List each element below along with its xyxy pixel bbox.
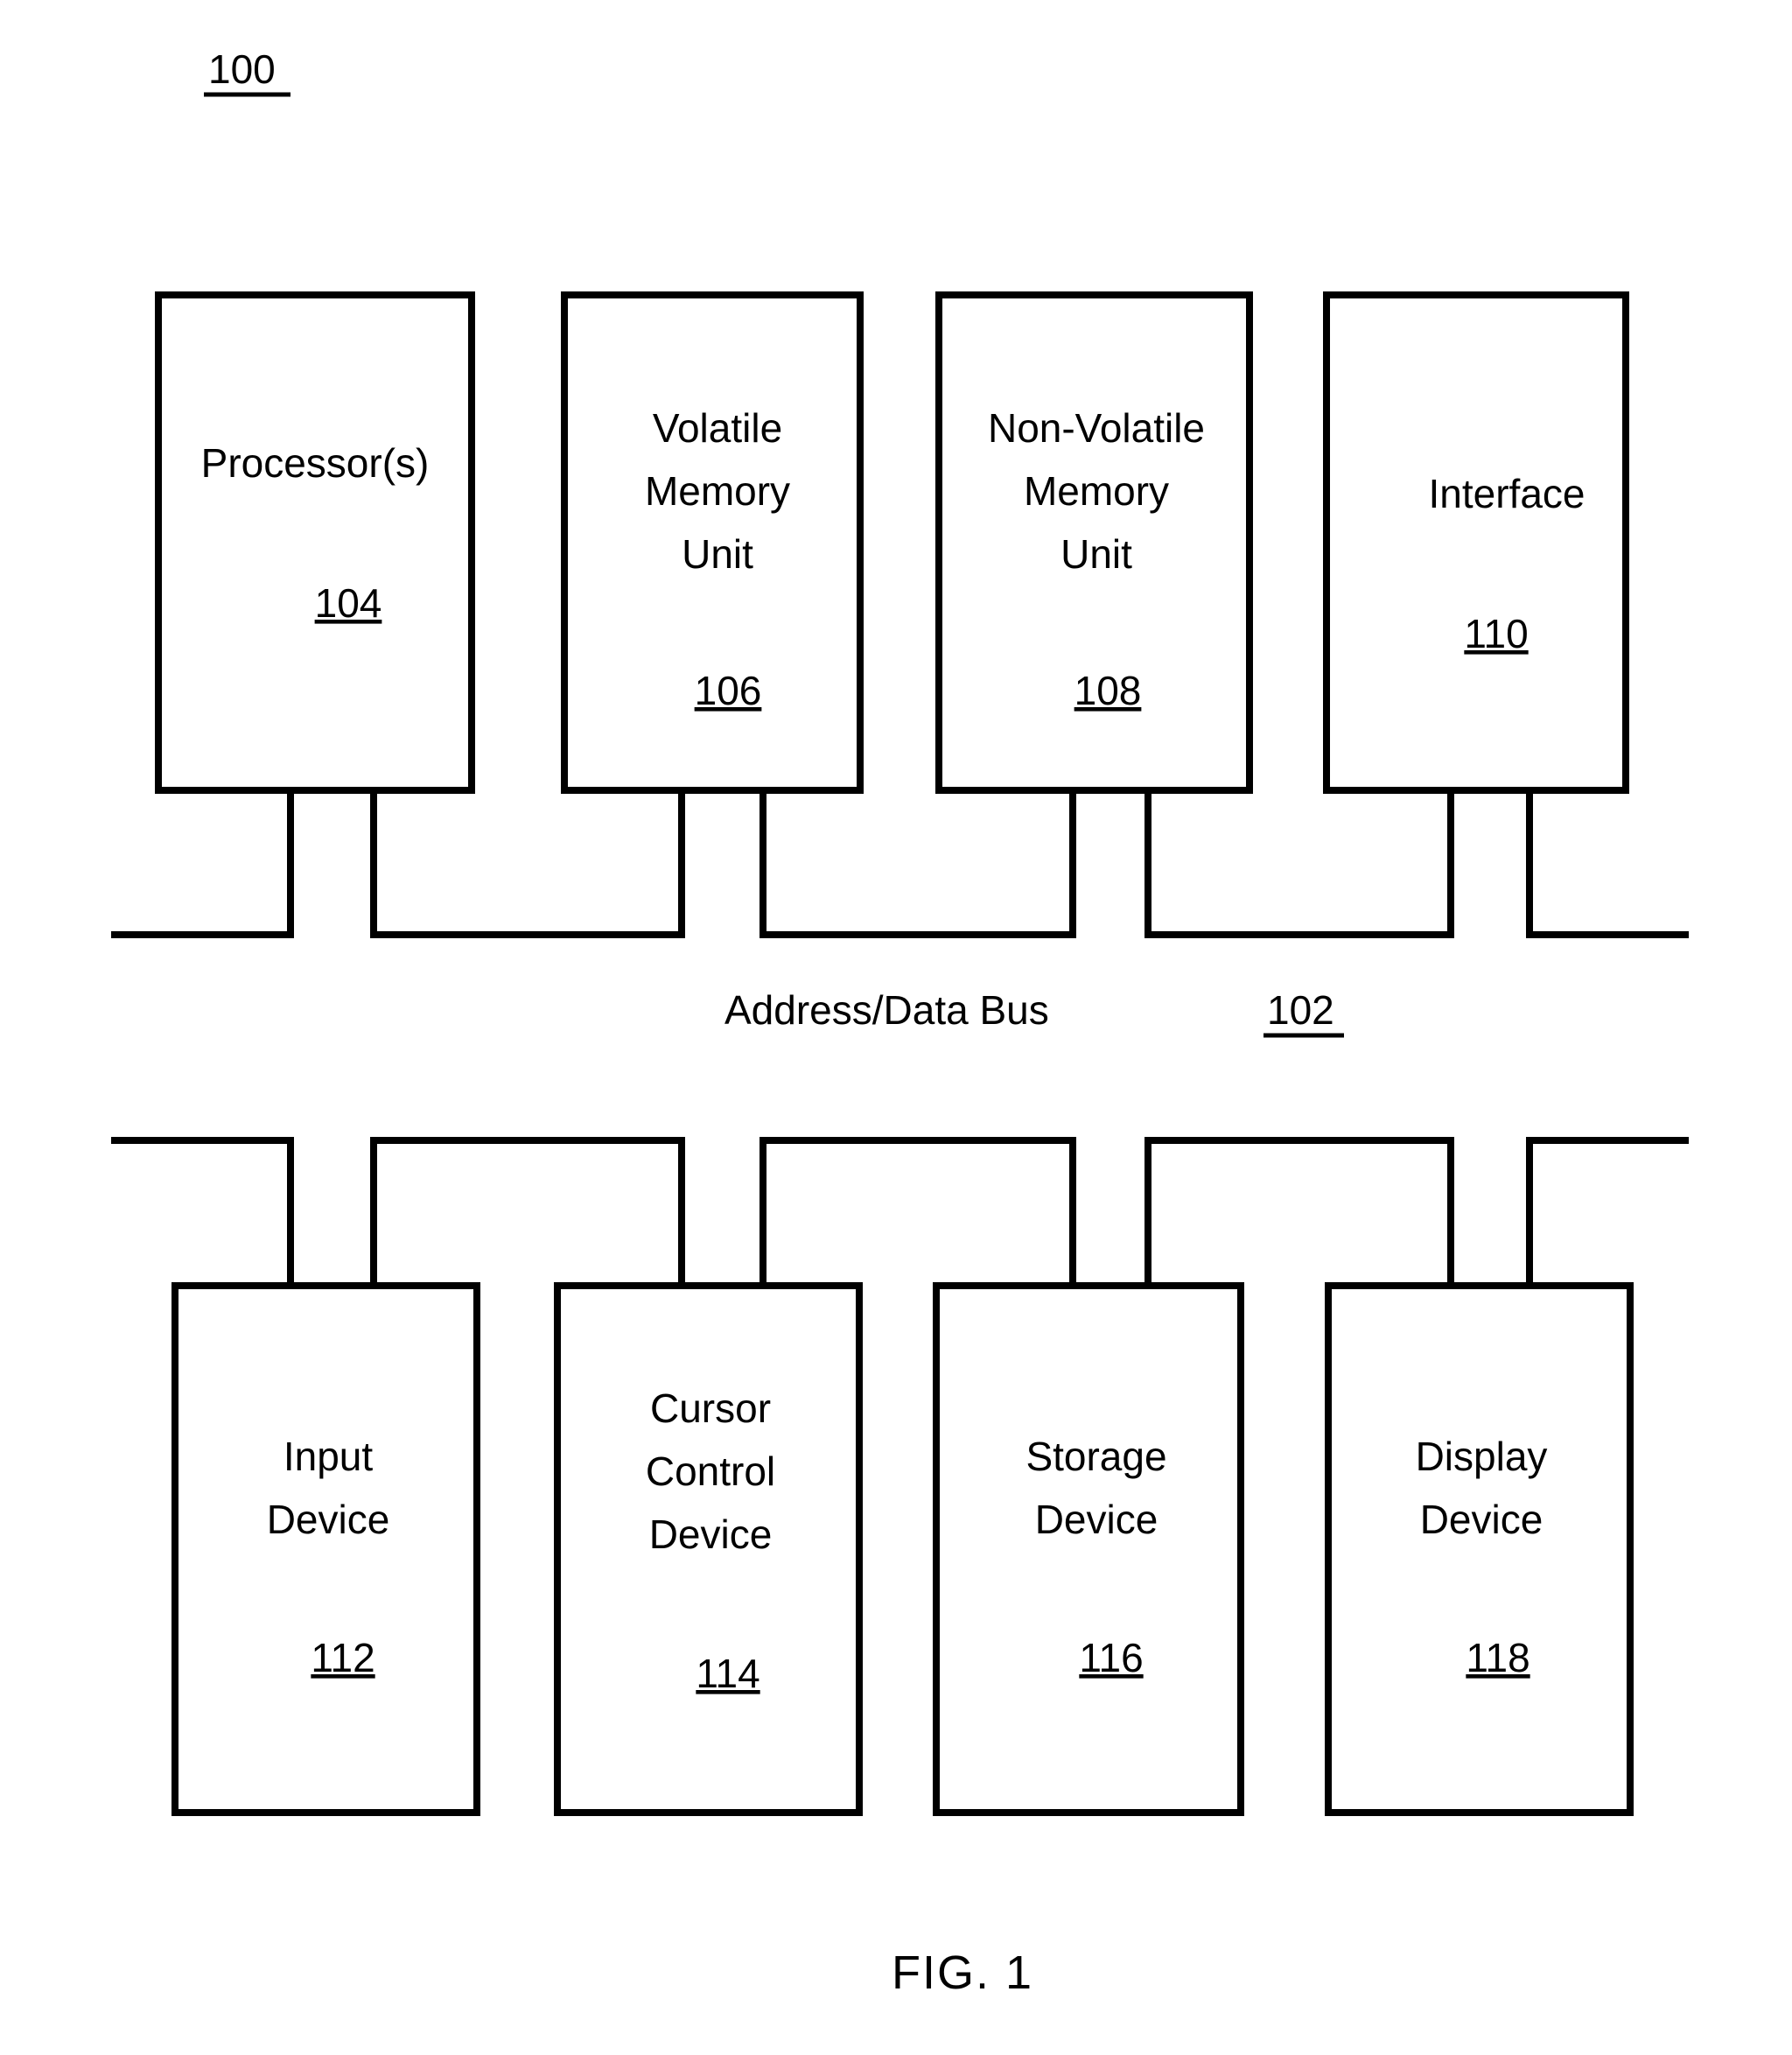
box-interface-outline (1323, 291, 1629, 794)
patent-figure-1: 100 Processor(s) 104 Volatile Memory Uni… (0, 0, 1792, 2055)
top-reference-label: 100 (208, 46, 276, 92)
box-nonvolatile-memory-unit-line-3: Unit (1060, 531, 1132, 577)
box-volatile-memory-unit[interactable]: Volatile Memory Unit 106 (561, 291, 864, 794)
box-storage-device-outline (933, 1282, 1244, 1816)
box-display-device-reference: 118 (1466, 1635, 1530, 1680)
box-processors-outline (155, 291, 475, 794)
box-cursor-control-device-line-2: Control (646, 1448, 775, 1494)
box-volatile-memory-unit-line-3: Unit (682, 531, 753, 577)
box-interface[interactable]: Interface 110 (1323, 291, 1629, 794)
box-volatile-memory-unit-line-2: Memory (645, 468, 790, 514)
row1-boxes: Processor(s) 104 Volatile Memory Unit 10… (155, 291, 1629, 794)
box-display-device-outline (1325, 1282, 1634, 1816)
figure-canvas: 100 Processor(s) 104 Volatile Memory Uni… (111, 46, 1689, 1999)
box-storage-device-line-1: Storage (1026, 1434, 1166, 1479)
box-processors[interactable]: Processor(s) 104 (155, 291, 475, 794)
box-display-device[interactable]: Display Device 118 (1325, 1282, 1634, 1816)
box-nonvolatile-memory-unit-line-2: Memory (1024, 468, 1169, 514)
box-input-device[interactable]: Input Device 112 (172, 1282, 480, 1816)
box-input-device-line-2: Device (267, 1497, 390, 1542)
bus-reference: 102 (1267, 987, 1334, 1033)
figure-caption: FIG. 1 (892, 1946, 1033, 1999)
bus-label: Address/Data Bus (724, 987, 1049, 1033)
box-storage-device[interactable]: Storage Device 116 (933, 1282, 1244, 1816)
upper-bus-path (111, 790, 1689, 938)
box-cursor-control-device-line-1: Cursor (650, 1385, 771, 1431)
box-processors-line-1: Processor(s) (201, 440, 430, 486)
box-interface-line-1: Interface (1429, 471, 1586, 516)
box-processors-reference: 104 (315, 580, 382, 626)
box-input-device-outline (172, 1282, 480, 1816)
lower-bus-path (111, 1137, 1689, 1286)
box-nonvolatile-memory-unit[interactable]: Non-Volatile Memory Unit 108 (935, 291, 1253, 794)
box-cursor-control-device-line-3: Device (649, 1511, 773, 1557)
box-nonvolatile-memory-unit-line-1: Non-Volatile (988, 405, 1205, 451)
upper-bus-connectors (111, 790, 1689, 938)
box-volatile-memory-unit-reference: 106 (695, 668, 762, 713)
box-volatile-memory-unit-line-1: Volatile (653, 405, 782, 451)
box-storage-device-line-2: Device (1035, 1497, 1158, 1542)
box-cursor-control-device-reference: 114 (696, 1651, 760, 1696)
lower-bus-connectors (111, 1137, 1689, 1286)
box-storage-device-reference: 116 (1079, 1635, 1143, 1680)
top-reference-group: 100 (204, 46, 290, 97)
box-interface-reference: 110 (1464, 611, 1528, 656)
box-input-device-line-1: Input (284, 1434, 374, 1479)
box-display-device-line-2: Device (1420, 1497, 1544, 1542)
bus-label-group: Address/Data Bus 102 (724, 987, 1344, 1038)
box-display-device-line-1: Display (1416, 1434, 1548, 1479)
box-input-device-reference: 112 (311, 1635, 374, 1680)
box-cursor-control-device[interactable]: Cursor Control Device 114 (554, 1282, 863, 1816)
row2-boxes: Input Device 112 Cursor Control Device 1… (172, 1282, 1634, 1816)
box-nonvolatile-memory-unit-reference: 108 (1074, 668, 1142, 713)
